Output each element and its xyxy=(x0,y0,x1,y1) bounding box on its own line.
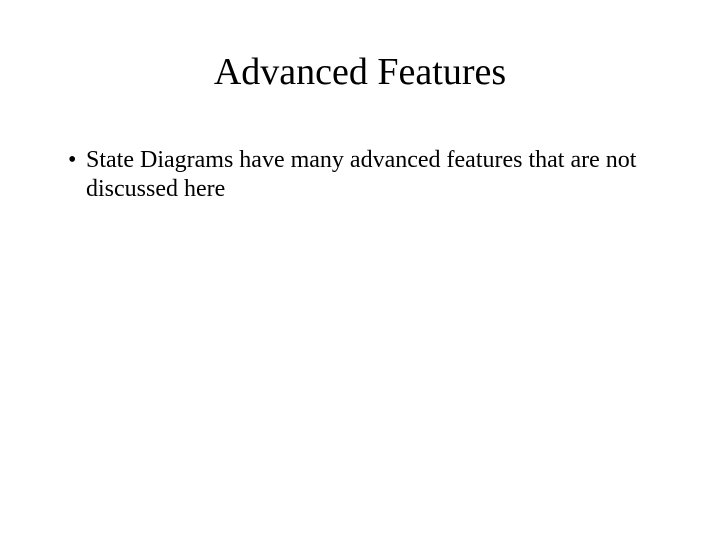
bullet-text: State Diagrams have many advanced featur… xyxy=(86,146,660,204)
bullet-list: • State Diagrams have many advanced feat… xyxy=(60,146,660,204)
bullet-icon: • xyxy=(60,146,86,175)
slide-title: Advanced Features xyxy=(60,50,660,94)
list-item: • State Diagrams have many advanced feat… xyxy=(60,146,660,204)
